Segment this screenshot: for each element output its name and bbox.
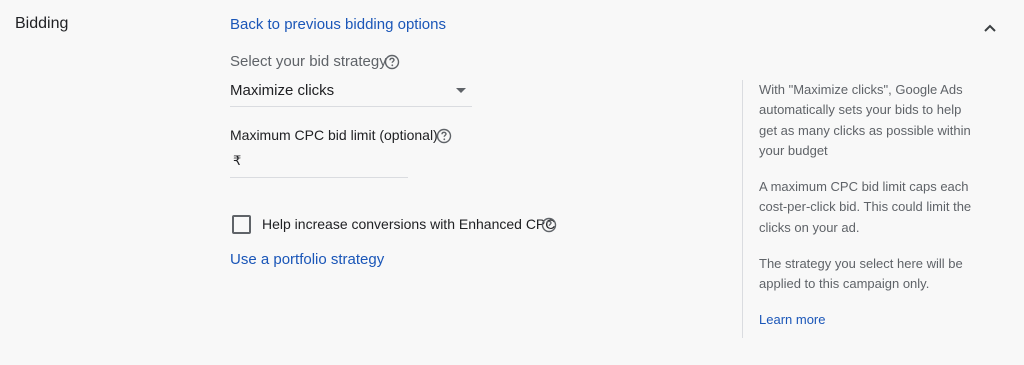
learn-more-link[interactable]: Learn more	[759, 312, 825, 327]
bid-strategy-select[interactable]: Maximize clicks	[230, 78, 472, 107]
bid-strategy-selected-value: Maximize clicks	[230, 82, 335, 99]
section-title: Bidding	[15, 15, 69, 32]
currency-symbol: ₹	[233, 153, 242, 168]
portfolio-strategy-link[interactable]: Use a portfolio strategy	[230, 251, 384, 268]
enhanced-cpc-label[interactable]: Help increase conversions with Enhanced …	[262, 216, 555, 232]
max-cpc-field[interactable]: ₹	[230, 150, 408, 178]
sidebar-info-paragraph: With "Maximize clicks", Google Ads autom…	[759, 82, 971, 158]
back-to-previous-bidding-link[interactable]: Back to previous bidding options	[230, 16, 446, 33]
dropdown-arrow-icon	[456, 88, 466, 93]
max-cpc-input[interactable]	[248, 150, 407, 176]
chevron-up-icon[interactable]	[980, 18, 1000, 38]
enhanced-cpc-checkbox[interactable]	[232, 215, 251, 234]
help-circle-icon[interactable]	[541, 217, 557, 233]
sidebar-info-paragraph: The strategy you select here will be app…	[759, 256, 963, 292]
sidebar-divider	[742, 80, 743, 338]
max-cpc-label: Maximum CPC bid limit (optional)	[230, 127, 438, 143]
help-circle-icon[interactable]	[436, 128, 452, 144]
bid-strategy-label: Select your bid strategy	[230, 53, 387, 70]
help-circle-icon[interactable]	[384, 54, 400, 70]
sidebar-info-paragraph: A maximum CPC bid limit caps each cost-p…	[759, 179, 972, 235]
